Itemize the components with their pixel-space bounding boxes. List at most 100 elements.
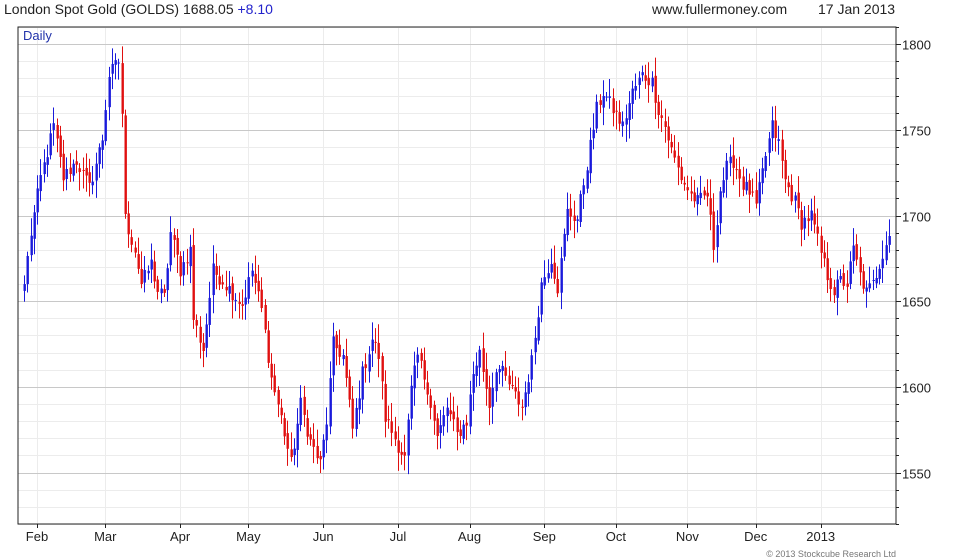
bar-body <box>433 404 436 421</box>
x-tick-label: Aug <box>458 529 481 544</box>
ohlc-bar <box>605 92 608 102</box>
ohlc-bar <box>69 153 72 182</box>
bar-body <box>745 181 748 191</box>
ohlc-bar <box>657 94 660 129</box>
x-tick-label: May <box>236 529 261 544</box>
bar-body <box>205 324 208 348</box>
bar-body <box>761 168 764 184</box>
bar-body <box>807 218 810 222</box>
ohlc-bar <box>277 386 280 418</box>
bar-body <box>686 187 689 191</box>
ohlc-bar <box>160 279 163 304</box>
bar-body <box>254 273 257 283</box>
ohlc-bar <box>469 380 472 435</box>
ohlc-bar <box>846 270 849 303</box>
ohlc-bar <box>839 269 842 283</box>
bar-body <box>748 180 751 195</box>
ohlc-bar <box>33 205 36 255</box>
bar-body <box>108 77 111 108</box>
bar-body <box>638 77 641 85</box>
bar-body <box>121 63 124 114</box>
ohlc-bar <box>803 206 806 240</box>
bar-body <box>374 341 377 343</box>
bar-body <box>667 126 670 141</box>
bar-body <box>199 326 202 343</box>
bar-body <box>644 75 647 81</box>
ohlc-bar <box>709 179 712 231</box>
ohlc-bar <box>335 331 338 366</box>
ohlc-bar <box>267 321 270 368</box>
x-tick-label: Apr <box>170 529 191 544</box>
ohlc-bar <box>387 405 390 429</box>
bar-body <box>166 268 169 291</box>
bar-body <box>803 217 806 229</box>
bar-body <box>260 289 263 309</box>
bar-body <box>98 147 101 164</box>
ohlc-bar <box>498 365 501 385</box>
ohlc-bar <box>75 150 78 174</box>
price-chart: 1550 1600 1650 1700 1750 1800 Feb Mar Apr May Jun J… <box>17 26 931 544</box>
ohlc-bar <box>270 353 273 390</box>
ohlc-bar <box>215 253 218 290</box>
bar-body <box>621 121 624 127</box>
bar-body <box>872 279 875 281</box>
ohlc-bar <box>205 313 208 358</box>
ohlc-bar <box>690 176 693 202</box>
bar-body <box>722 180 725 193</box>
bar-body <box>316 445 319 459</box>
ohlc-bar <box>527 374 530 407</box>
ohlc-bar <box>429 388 432 420</box>
ohlc-bar <box>104 99 107 146</box>
ohlc-bar <box>293 438 296 466</box>
bar-body <box>732 155 735 168</box>
bar-body <box>413 365 416 389</box>
ohlc-bar <box>364 353 367 383</box>
bar-body <box>319 456 322 460</box>
ohlc-bar <box>43 149 46 183</box>
bar-body <box>59 135 62 157</box>
ohlc-bar <box>514 376 517 399</box>
ohlc-bar <box>439 409 442 449</box>
bar-body <box>462 424 465 439</box>
bar-body <box>277 389 280 405</box>
ohlc-bar <box>127 201 130 248</box>
ohlc-bar <box>781 129 784 179</box>
ohlc-bar <box>816 208 819 246</box>
ohlc-bar <box>644 64 647 89</box>
bar-body <box>755 190 758 204</box>
x-tick-label: Jun <box>313 529 334 544</box>
ohlc-bar <box>169 216 172 272</box>
bar-body <box>488 387 491 408</box>
bar-body <box>690 191 693 194</box>
bar-body <box>586 170 589 189</box>
bar-body <box>703 190 706 196</box>
bar-body <box>475 365 478 377</box>
bar-body <box>342 354 345 360</box>
ohlc-bar <box>462 420 465 445</box>
bar-body <box>46 157 49 165</box>
ohlc-bar <box>345 338 348 387</box>
ohlc-bar <box>829 267 832 302</box>
ohlc-bar <box>351 386 354 439</box>
bar-body <box>189 246 192 267</box>
ohlc-bar <box>566 192 569 242</box>
ohlc-bar <box>420 348 423 369</box>
ohlc-bar <box>202 333 205 368</box>
bar-body <box>491 387 494 407</box>
bar-body <box>368 354 371 372</box>
ohlc-bar <box>225 270 228 297</box>
bar-body <box>485 369 488 389</box>
ohlc-bar <box>212 245 215 314</box>
bar-body <box>30 235 33 256</box>
ohlc-bar <box>390 403 393 447</box>
bar-body <box>602 95 605 108</box>
ohlc-bar <box>384 370 387 438</box>
bar-body <box>605 96 608 98</box>
bar-body <box>104 110 107 142</box>
ohlc-bar <box>547 259 550 283</box>
bar-body <box>865 287 868 292</box>
x-tick-label: Oct <box>606 529 627 544</box>
ohlc-bar <box>670 133 673 154</box>
ohlc-bar <box>355 398 358 437</box>
ohlc-bar <box>543 260 546 290</box>
